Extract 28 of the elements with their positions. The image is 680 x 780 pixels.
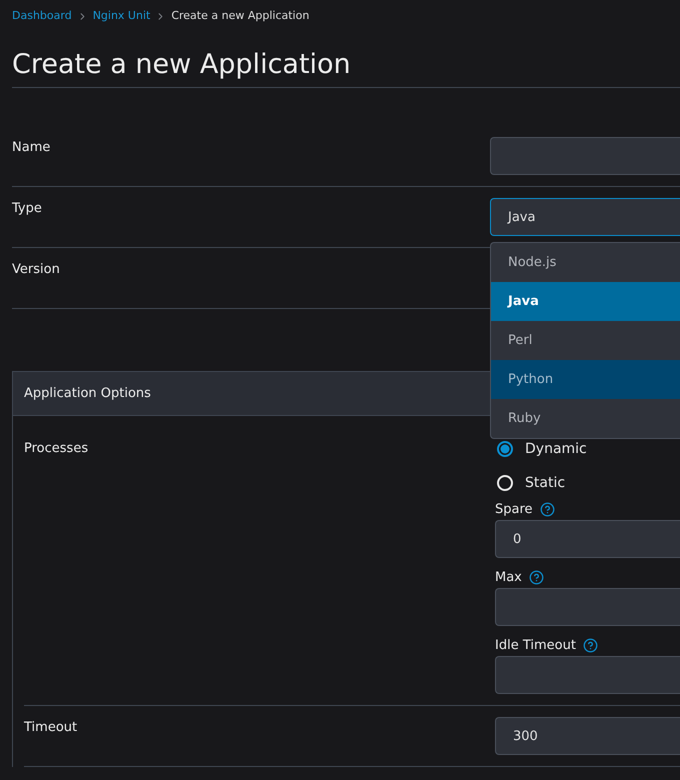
help-icon[interactable] xyxy=(582,638,598,652)
dropdown-option[interactable]: Python xyxy=(491,360,680,399)
radio-button[interactable] xyxy=(497,441,513,457)
breadcrumb-text: Create a new Application xyxy=(171,9,310,23)
field-label: Max xyxy=(495,570,522,584)
field-label: Timeout xyxy=(24,719,78,737)
help-icon[interactable] xyxy=(540,502,555,516)
radio-label: Dynamic xyxy=(525,441,587,457)
text-field[interactable]: 300 xyxy=(495,717,680,755)
dropdown-option[interactable]: Perl xyxy=(491,321,680,360)
field-label: Processes xyxy=(24,440,88,458)
radio-label: Static xyxy=(525,475,566,491)
text-field[interactable] xyxy=(495,656,680,694)
help-icon[interactable] xyxy=(528,570,544,584)
dropdown-option[interactable]: Node.js xyxy=(491,243,680,282)
field-label: Version xyxy=(12,261,60,279)
field-label: Idle Timeout xyxy=(495,638,576,652)
field-label: Spare xyxy=(495,502,533,516)
breadcrumb-link[interactable]: Nginx Unit xyxy=(92,9,150,23)
text-field[interactable] xyxy=(495,588,680,626)
field-label: Name xyxy=(12,139,50,157)
dropdown-option[interactable]: Java xyxy=(491,282,680,321)
text-field[interactable] xyxy=(490,137,680,175)
breadcrumb-link[interactable]: Dashboard xyxy=(12,9,72,23)
page-title: Create a new Application xyxy=(12,48,351,81)
select-field[interactable]: Java xyxy=(490,198,680,236)
field-label: Type xyxy=(12,200,42,218)
text-field[interactable]: 0 xyxy=(495,520,680,558)
